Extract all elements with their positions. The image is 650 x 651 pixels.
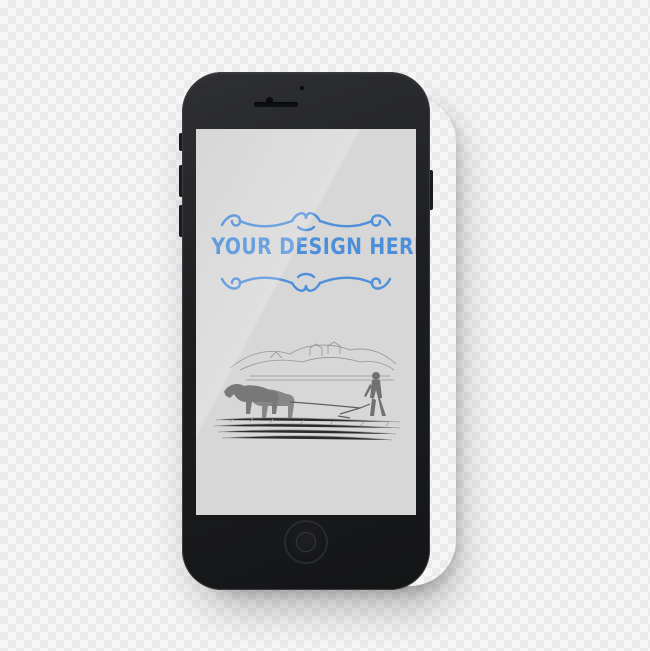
ornament-top-flourish (220, 212, 392, 232)
phone-screen: YOUR DESIGN HERE! (196, 129, 416, 515)
home-button-ring (296, 532, 316, 552)
mockup-canvas: YOUR DESIGN HERE! (0, 0, 650, 651)
proximity-sensor (300, 86, 304, 90)
screen-glare (196, 129, 416, 515)
earpiece-speaker (254, 102, 298, 107)
design-placeholder-headline: YOUR DESIGN HERE! (211, 235, 416, 260)
ornament-bottom-flourish (220, 272, 392, 292)
plowing-engraving-illustration (213, 341, 401, 441)
